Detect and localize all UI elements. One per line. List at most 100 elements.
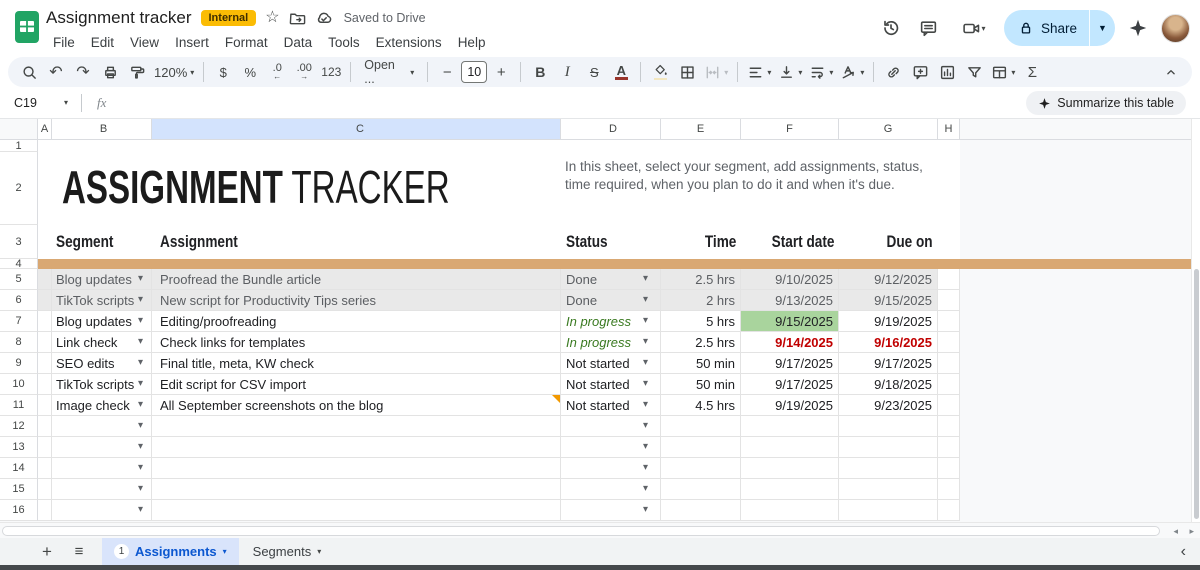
start-date-cell-highlighted[interactable]: 9/15/2025 — [741, 311, 839, 332]
redo-icon[interactable]: ↷ — [70, 59, 96, 85]
column-header-h[interactable]: H — [938, 119, 960, 140]
decrease-font-size-button[interactable]: − — [434, 59, 460, 85]
cell[interactable] — [661, 500, 741, 521]
summarize-table-button[interactable]: Summarize this table — [1026, 91, 1186, 115]
due-date-cell[interactable]: 9/19/2025 — [839, 311, 938, 332]
cell-a3[interactable] — [38, 225, 52, 259]
segment-cell[interactable]: Blog updates ▾ — [52, 269, 152, 290]
assignment-cell[interactable]: Check links for templates — [152, 332, 561, 353]
cell[interactable] — [938, 458, 960, 479]
cell[interactable] — [839, 416, 938, 437]
status-cell[interactable]: Not started ▾ — [561, 353, 661, 374]
dropdown-arrow-icon[interactable]: ▾ — [643, 484, 648, 494]
tab-dropdown-arrow[interactable]: ▾ — [317, 547, 321, 556]
select-all-corner[interactable] — [0, 119, 38, 140]
due-date-cell[interactable]: 9/17/2025 — [839, 353, 938, 374]
segment-cell[interactable]: TikTok scripts ▾ — [52, 290, 152, 311]
cell[interactable] — [38, 269, 52, 290]
cell[interactable] — [938, 332, 960, 353]
dropdown-arrow-icon[interactable]: ▾ — [643, 337, 648, 347]
column-header-g[interactable]: G — [839, 119, 938, 140]
cell[interactable] — [938, 416, 960, 437]
cell-e3[interactable]: Time — [661, 225, 741, 259]
print-icon[interactable] — [97, 59, 123, 85]
time-cell[interactable]: 50 min — [661, 353, 741, 374]
move-folder-icon[interactable] — [289, 10, 306, 27]
cell[interactable] — [938, 311, 960, 332]
time-cell[interactable]: 2.5 hrs — [661, 332, 741, 353]
italic-button[interactable]: I — [554, 59, 580, 85]
assignment-cell-empty[interactable] — [152, 416, 561, 437]
note-indicator-icon[interactable] — [552, 395, 560, 403]
due-date-cell[interactable]: 9/23/2025 — [839, 395, 938, 416]
column-header-c[interactable]: C — [152, 119, 561, 140]
font-size-input[interactable]: 10 — [461, 61, 488, 83]
status-cell[interactable]: In progress ▾ — [561, 332, 661, 353]
dropdown-arrow-icon[interactable]: ▾ — [138, 463, 143, 473]
tab-assignments[interactable]: 1 Assignments ▾ — [102, 538, 239, 565]
status-cell[interactable]: Done ▾ — [561, 290, 661, 311]
dropdown-arrow-icon[interactable]: ▾ — [643, 463, 648, 473]
dropdown-arrow-icon[interactable]: ▾ — [643, 421, 648, 431]
dropdown-arrow-icon[interactable]: ▾ — [138, 421, 143, 431]
table-icon[interactable]: ▾ — [988, 59, 1018, 85]
table-band-row[interactable]: 4 — [0, 259, 1200, 269]
segment-cell-empty[interactable]: ▾ — [52, 458, 152, 479]
due-date-cell[interactable]: 9/18/2025 — [839, 374, 938, 395]
insert-chart-icon[interactable] — [934, 59, 960, 85]
insert-comment-icon[interactable] — [907, 59, 933, 85]
cell-g3[interactable]: Due on — [839, 225, 938, 259]
insert-link-icon[interactable] — [880, 59, 906, 85]
status-cell-empty[interactable]: ▾ — [561, 458, 661, 479]
assignment-cell[interactable]: All September screenshots on the blog — [152, 395, 561, 416]
cell[interactable] — [938, 479, 960, 500]
time-cell[interactable]: 4.5 hrs — [661, 395, 741, 416]
font-select[interactable]: Open ... ▾ — [357, 58, 421, 86]
time-cell[interactable]: 2.5 hrs — [661, 269, 741, 290]
dropdown-arrow-icon[interactable]: ▾ — [643, 295, 648, 305]
cell[interactable] — [38, 437, 52, 458]
cell-d3[interactable]: Status — [561, 225, 661, 259]
row-header-6[interactable]: 6 — [0, 290, 38, 311]
row-header-13[interactable]: 13 — [0, 437, 38, 458]
increase-decimal-button[interactable]: .00 → — [291, 59, 317, 85]
increase-font-size-button[interactable]: + — [488, 59, 514, 85]
cell[interactable] — [741, 500, 839, 521]
assignment-cell[interactable]: Final title, meta, KW check — [152, 353, 561, 374]
menu-data[interactable]: Data — [277, 33, 320, 52]
cell[interactable] — [38, 479, 52, 500]
vertical-scrollbar-thumb[interactable] — [1193, 269, 1199, 519]
cell[interactable] — [38, 416, 52, 437]
cell[interactable] — [38, 290, 52, 311]
all-sheets-icon[interactable]: ≡ — [64, 543, 94, 560]
assignment-cell-empty[interactable] — [152, 479, 561, 500]
menus-search-icon[interactable] — [16, 59, 42, 85]
menu-view[interactable]: View — [123, 33, 166, 52]
row-header-2[interactable]: 2 — [0, 152, 38, 225]
collapse-toolbar-icon[interactable] — [1158, 59, 1184, 85]
dropdown-arrow-icon[interactable]: ▾ — [138, 358, 143, 368]
status-cell-empty[interactable]: ▾ — [561, 479, 661, 500]
zoom-select[interactable]: 120% ▾ — [151, 59, 197, 85]
assignment-cell-empty[interactable] — [152, 500, 561, 521]
cell[interactable] — [741, 416, 839, 437]
column-header-a[interactable]: A — [38, 119, 52, 140]
cell[interactable] — [938, 290, 960, 311]
segment-cell[interactable]: Blog updates ▾ — [52, 311, 152, 332]
start-date-cell[interactable]: 9/13/2025 — [741, 290, 839, 311]
column-header-b[interactable]: B — [52, 119, 152, 140]
format-currency-button[interactable]: $ — [210, 59, 236, 85]
menu-tools[interactable]: Tools — [321, 33, 367, 52]
scroll-right-arrow-icon[interactable]: ▸ — [1189, 526, 1194, 537]
horizontal-align-icon[interactable]: ▾ — [744, 59, 774, 85]
strikethrough-button[interactable]: S — [581, 59, 607, 85]
row-header-10[interactable]: 10 — [0, 374, 38, 395]
dropdown-arrow-icon[interactable]: ▾ — [138, 505, 143, 515]
decrease-decimal-button[interactable]: .0 ← — [264, 59, 290, 85]
due-date-cell[interactable]: 9/16/2025 — [839, 332, 938, 353]
dropdown-arrow-icon[interactable]: ▾ — [138, 442, 143, 452]
column-header-f[interactable]: F — [741, 119, 839, 140]
dropdown-arrow-icon[interactable]: ▾ — [138, 316, 143, 326]
panel-collapse-chevron-icon[interactable]: ‹ — [1181, 543, 1186, 561]
cloud-saved-icon[interactable] — [315, 9, 333, 27]
